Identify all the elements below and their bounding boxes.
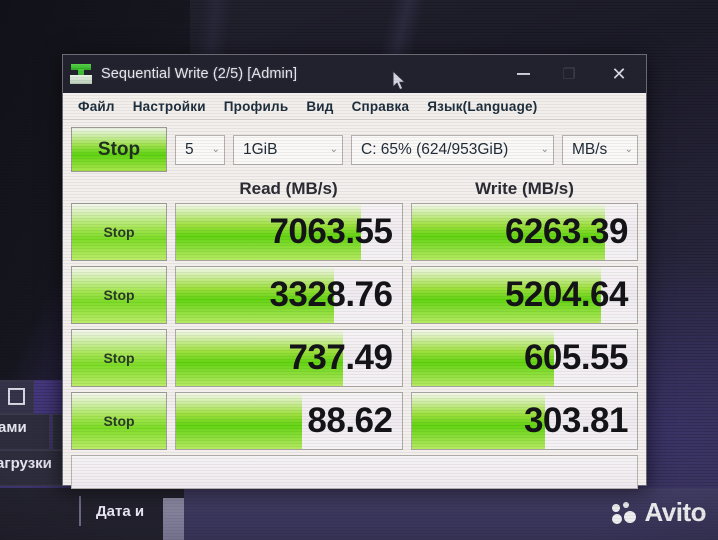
- drive-value: C: 65% (624/953GiB): [361, 140, 509, 158]
- benchmark-rows: Stop 7063.55 6263.39 Stop 3328.76 5204.6…: [63, 203, 646, 450]
- mouse-cursor: [392, 70, 407, 91]
- all-stop-button[interactable]: Stop: [71, 127, 167, 172]
- taskbar-date-label[interactable]: Дата и: [96, 503, 144, 520]
- minimize-button[interactable]: [500, 55, 546, 93]
- close-button[interactable]: ✕: [596, 55, 642, 93]
- read-result-cell: 88.62: [175, 392, 403, 450]
- read-result-bar: [176, 393, 303, 449]
- read-result-cell: 737.49: [175, 329, 403, 387]
- menu-item-settings[interactable]: Настройки: [124, 97, 215, 116]
- chevron-down-icon: ⌄: [624, 144, 633, 155]
- write-result-value: 6263.39: [504, 212, 629, 251]
- write-result-value: 5204.64: [504, 275, 629, 314]
- avito-watermark: Avito: [612, 497, 706, 528]
- background-text-fragment-2: агрузки: [0, 455, 52, 472]
- table-row: Stop 7063.55 6263.39: [71, 203, 638, 261]
- write-result-value: 303.81: [523, 401, 629, 440]
- menu-item-file[interactable]: Файл: [69, 97, 124, 116]
- read-column-header: Read (MB/s): [239, 179, 338, 198]
- chevron-down-icon: ⌄: [329, 144, 338, 155]
- crystaldiskmark-icon: [70, 64, 92, 84]
- write-result-cell: 605.55: [410, 329, 638, 387]
- drive-select-dropdown[interactable]: C: 65% (624/953GiB) ⌄: [351, 134, 554, 165]
- status-bar: [71, 455, 638, 489]
- read-result-value: 737.49: [288, 338, 393, 377]
- run-count-dropdown[interactable]: 5 ⌄: [175, 134, 225, 165]
- write-column-header: Write (MB/s): [475, 179, 574, 198]
- read-result-cell: 3328.76: [175, 266, 403, 324]
- column-headers: Read (MB/s) Write (MB/s): [63, 176, 646, 203]
- run-count-value: 5: [185, 140, 194, 158]
- write-result-cell: 5204.64: [410, 266, 638, 324]
- background-text-fragment-1: ами: [0, 419, 27, 436]
- taskbar-separator: [79, 496, 81, 526]
- row-stop-button[interactable]: Stop: [71, 203, 167, 261]
- test-size-dropdown[interactable]: 1GiB ⌄: [233, 134, 343, 165]
- menu-item-help[interactable]: Справка: [343, 97, 419, 116]
- chevron-down-icon: ⌄: [211, 144, 220, 155]
- menu-item-profile[interactable]: Профиль: [215, 97, 298, 116]
- write-result-value: 605.55: [523, 338, 629, 377]
- unit-value: MB/s: [572, 140, 608, 158]
- row-stop-button[interactable]: Stop: [71, 392, 167, 450]
- chevron-down-icon: ⌄: [540, 144, 549, 155]
- read-result-cell: 7063.55: [175, 203, 403, 261]
- window-title: Sequential Write (2/5) [Admin]: [101, 66, 298, 82]
- avito-logo-icon: [612, 501, 637, 524]
- scrollbar-thumb[interactable]: [163, 498, 184, 540]
- read-result-value: 3328.76: [269, 275, 393, 314]
- toolbar: Stop 5 ⌄ 1GiB ⌄ C: 65% (624/953GiB) ⌄ MB…: [63, 120, 646, 176]
- read-result-value: 7063.55: [269, 212, 393, 251]
- menu-item-view[interactable]: Вид: [297, 97, 342, 116]
- write-result-cell: 6263.39: [410, 203, 638, 261]
- table-row: Stop 88.62 303.81: [71, 392, 638, 450]
- window-title-bar[interactable]: Sequential Write (2/5) [Admin] ❐ ✕: [63, 55, 646, 93]
- test-size-value: 1GiB: [243, 140, 278, 158]
- taskbar[interactable]: Дата и ∧: [0, 488, 718, 540]
- table-row: Stop 3328.76 5204.64: [71, 266, 638, 324]
- menu-bar: Файл Настройки Профиль Вид Справка Язык(…: [63, 93, 646, 120]
- menu-item-language[interactable]: Язык(Language): [418, 97, 546, 116]
- maximize-button[interactable]: ❐: [546, 55, 592, 93]
- header-spacer: [71, 177, 167, 202]
- read-result-value: 88.62: [307, 401, 393, 440]
- avito-wordmark: Avito: [644, 497, 706, 527]
- crystaldiskmark-window: Sequential Write (2/5) [Admin] ❐ ✕ Файл …: [62, 54, 647, 489]
- row-stop-button[interactable]: Stop: [71, 266, 167, 324]
- write-result-cell: 303.81: [410, 392, 638, 450]
- row-stop-button[interactable]: Stop: [71, 329, 167, 387]
- minimize-icon: [516, 73, 530, 75]
- table-row: Stop 737.49 605.55: [71, 329, 638, 387]
- unit-dropdown[interactable]: MB/s ⌄: [562, 134, 638, 165]
- background-square-icon: [8, 388, 25, 405]
